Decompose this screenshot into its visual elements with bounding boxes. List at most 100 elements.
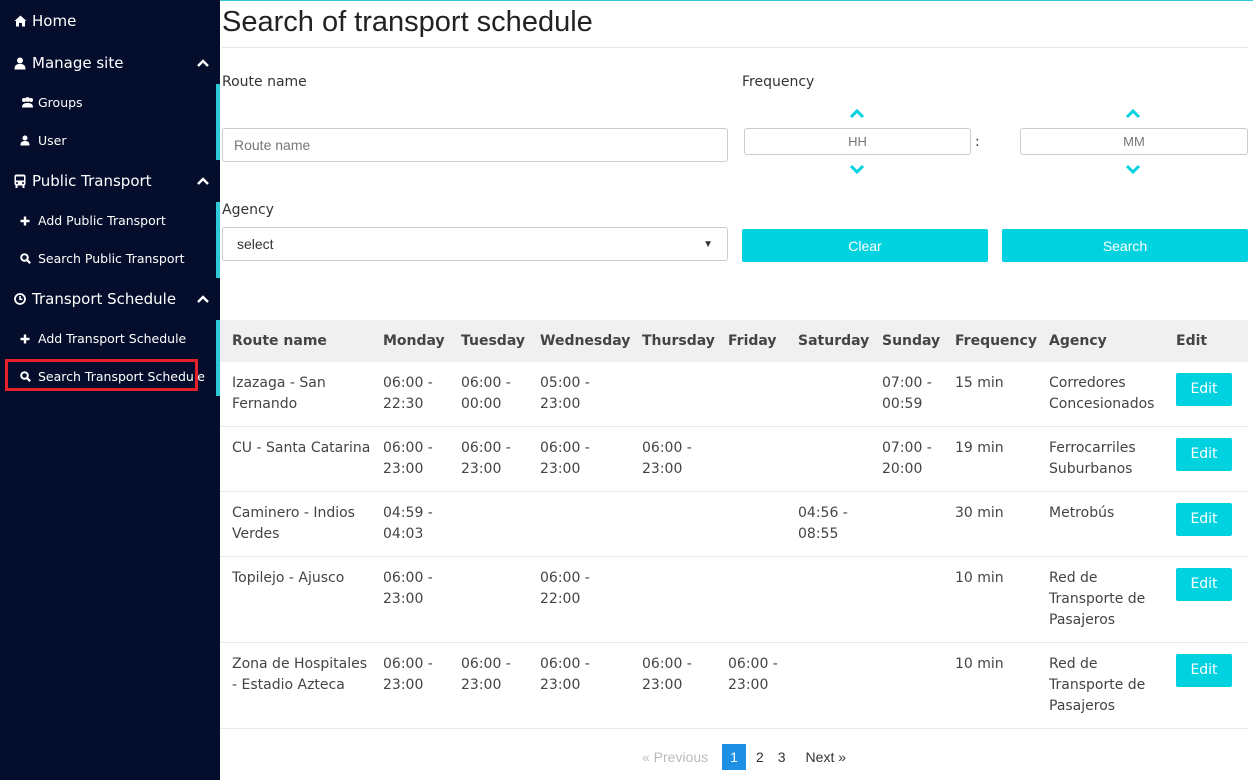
column-header: Agency (1049, 333, 1107, 349)
nav-add-transport-schedule-label: Add Transport Schedule (38, 331, 187, 346)
edit-button[interactable]: Edit (1176, 373, 1232, 406)
clear-button[interactable]: Clear (742, 229, 988, 262)
nav-user-label: User (38, 133, 67, 148)
route-name-label: Route name (222, 74, 307, 90)
cell-mon: 06:00 - 23:00 (375, 642, 453, 729)
cell-freq: 15 min (947, 362, 1041, 427)
cell-fri: 06:00 - 23:00 (720, 642, 790, 729)
accent-bar (216, 202, 220, 278)
mm-decrement-icon[interactable] (1125, 163, 1141, 175)
cell-thu (634, 556, 720, 643)
table-row: CU - Santa Catarina 06:00 - 23:00 06:00 - … (220, 426, 1248, 492)
cell-fri (720, 491, 790, 557)
table-row: Izazaga - San Fernando 06:00 - 22:30 06:00… (220, 362, 1248, 427)
nav-home[interactable]: Home (14, 12, 76, 30)
search-icon (20, 253, 38, 264)
cell-sun: 07:00 - 00:59 (874, 362, 947, 427)
edit-button[interactable]: Edit (1176, 654, 1232, 687)
time-separator: : (975, 134, 980, 150)
previous-page-link[interactable]: « Previous (636, 744, 714, 770)
cell-wed (532, 491, 634, 557)
page-link-2[interactable]: 2 (750, 744, 770, 770)
cell-fri (720, 426, 790, 492)
nav-groups[interactable]: Groups (20, 95, 83, 110)
page-link-3[interactable]: 3 (772, 744, 792, 770)
cell-route: Topilejo - Ajusco (220, 556, 375, 643)
accent-bar (216, 84, 220, 160)
edit-button[interactable]: Edit (1176, 568, 1232, 601)
users-icon (20, 97, 38, 108)
cell-agency: Red de Transporte de Pasajeros (1041, 642, 1168, 729)
cell-edit: Edit (1168, 556, 1248, 643)
nav-search-public-transport[interactable]: Search Public Transport (20, 251, 185, 266)
page-title: Search of transport schedule (222, 6, 593, 38)
route-name-input[interactable] (222, 128, 728, 162)
search-button[interactable]: Search (1002, 229, 1248, 262)
clock-icon (14, 293, 32, 305)
nav-public-transport[interactable]: Public Transport (14, 172, 152, 190)
cell-freq: 10 min (947, 642, 1041, 729)
nav-add-public-transport[interactable]: Add Public Transport (20, 213, 166, 228)
cell-freq: 19 min (947, 426, 1041, 492)
cell-agency: Corredores Concesionados (1041, 362, 1168, 427)
agency-label: Agency (222, 202, 274, 218)
edit-button[interactable]: Edit (1176, 438, 1232, 471)
cell-freq: 30 min (947, 491, 1041, 557)
cell-edit: Edit (1168, 642, 1248, 729)
cell-route: Zona de Hospitales - Estadio Azteca (220, 642, 375, 729)
table-row: Zona de Hospitales - Estadio Azteca 06:00… (220, 642, 1248, 729)
hours-input[interactable] (744, 128, 971, 155)
cell-route: Izazaga - San Fernando (220, 362, 375, 427)
chevron-up-icon[interactable] (196, 174, 210, 188)
results-table: Route name Monday Tuesday Wednesday Thursday… (220, 320, 1248, 729)
nav-search-public-transport-label: Search Public Transport (38, 251, 185, 266)
cell-edit: Edit (1168, 491, 1248, 557)
cell-mon: 06:00 - 23:00 (375, 426, 453, 492)
agency-select[interactable]: select ▼ (222, 227, 728, 261)
chevron-up-icon[interactable] (196, 292, 210, 306)
cell-agency: Ferrocarriles Suburbanos (1041, 426, 1168, 492)
cell-tue: 06:00 - 23:00 (453, 642, 532, 729)
home-icon (14, 15, 32, 27)
hh-increment-icon[interactable] (849, 108, 865, 120)
cell-thu (634, 491, 720, 557)
table-row: Caminero - Indios Verdes 04:59 - 04:03 04:… (220, 491, 1248, 557)
cell-edit: Edit (1168, 362, 1248, 427)
cell-route: CU - Santa Catarina (220, 426, 375, 492)
cell-wed: 06:00 - 23:00 (532, 642, 634, 729)
minutes-input[interactable] (1020, 128, 1248, 155)
next-page-link[interactable]: Next » (800, 744, 852, 770)
column-header: Route name (232, 333, 327, 349)
cell-sat (790, 362, 874, 427)
cell-wed: 05:00 - 23:00 (532, 362, 634, 427)
active-item-highlight (5, 359, 198, 391)
nav-transport-schedule[interactable]: Transport Schedule (14, 290, 176, 308)
user-icon (14, 57, 32, 70)
nav-transport-schedule-label: Transport Schedule (32, 290, 177, 308)
hh-decrement-icon[interactable] (849, 163, 865, 175)
edit-button[interactable]: Edit (1176, 503, 1232, 536)
column-header: Sunday (882, 333, 941, 349)
frequency-label: Frequency (742, 74, 815, 90)
cell-sun (874, 642, 947, 729)
cell-tue: 06:00 - 23:00 (453, 426, 532, 492)
cell-mon: 06:00 - 23:00 (375, 556, 453, 643)
page-link-1[interactable]: 1 (722, 744, 746, 770)
column-header: Wednesday (540, 333, 631, 349)
column-header: Edit (1176, 333, 1208, 349)
cell-edit: Edit (1168, 426, 1248, 492)
cell-sat (790, 426, 874, 492)
mm-increment-icon[interactable] (1125, 108, 1141, 120)
nav-manage-site[interactable]: Manage site (14, 54, 123, 72)
user-icon (20, 135, 38, 146)
cell-sun: 07:00 - 20:00 (874, 426, 947, 492)
plus-icon (20, 334, 38, 344)
cell-wed: 06:00 - 22:00 (532, 556, 634, 643)
cell-agency: Red de Transporte de Pasajeros (1041, 556, 1168, 643)
chevron-up-icon[interactable] (196, 56, 210, 70)
nav-add-transport-schedule[interactable]: Add Transport Schedule (20, 331, 186, 346)
nav-add-public-transport-label: Add Public Transport (38, 213, 166, 228)
plus-icon (20, 216, 38, 226)
nav-user[interactable]: User (20, 133, 67, 148)
nav-home-label: Home (32, 12, 77, 30)
